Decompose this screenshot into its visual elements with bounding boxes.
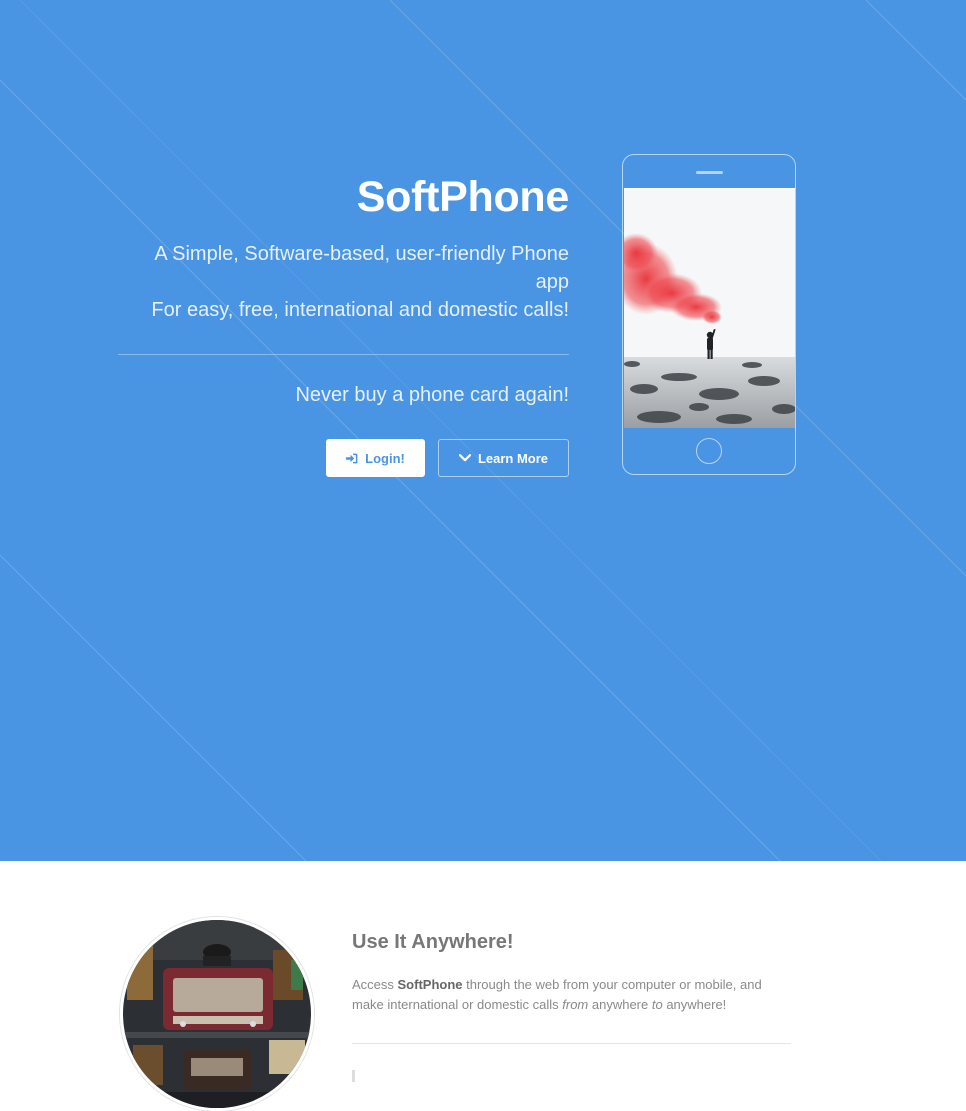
hero-subtitle-line-2: For easy, free, international and domest… [151, 299, 569, 321]
smoke-flare-photo [624, 189, 795, 428]
retro-radio-image [120, 917, 314, 1111]
phone-speaker [696, 171, 723, 174]
feature-text-4: anywhere! [662, 997, 727, 1012]
hero-text-block: SoftPhone A Simple, Software-based, user… [118, 170, 569, 477]
hero-subtitle: A Simple, Software-based, user-friendly … [118, 240, 569, 324]
learn-more-button[interactable]: Learn More [438, 439, 569, 477]
blockquote-bar [352, 1070, 355, 1082]
feature-section: Use It Anywhere! Access SoftPhone throug… [0, 861, 966, 1111]
hero-actions: Login! Learn More [118, 439, 569, 477]
hero-divider [118, 354, 569, 355]
phone-screen-image [624, 188, 795, 428]
phone-home-button [696, 438, 722, 464]
feature-heading: Use It Anywhere! [352, 931, 514, 953]
feature-text-from: from [562, 997, 589, 1012]
phone-mockup [622, 154, 796, 475]
learn-more-button-label: Learn More [477, 450, 549, 466]
chevron-down-icon [458, 454, 471, 462]
login-button-label: Login! [365, 450, 405, 466]
login-button[interactable]: Login! [326, 439, 425, 477]
feature-text-1: Access [352, 977, 398, 992]
feature-divider [352, 1043, 791, 1044]
sign-in-icon [346, 453, 358, 463]
hero-tagline: Never buy a phone card again! [295, 384, 569, 406]
hero-section: SoftPhone A Simple, Software-based, user… [0, 0, 966, 861]
page-title: SoftPhone [356, 173, 570, 221]
hero-subtitle-line-1: A Simple, Software-based, user-friendly … [154, 243, 569, 293]
feature-text-to: to [651, 997, 663, 1012]
feature-brand-name: SoftPhone [397, 977, 463, 992]
feature-description: Access SoftPhone through the web from yo… [352, 975, 792, 1015]
feature-text-3: anywhere [588, 997, 652, 1012]
